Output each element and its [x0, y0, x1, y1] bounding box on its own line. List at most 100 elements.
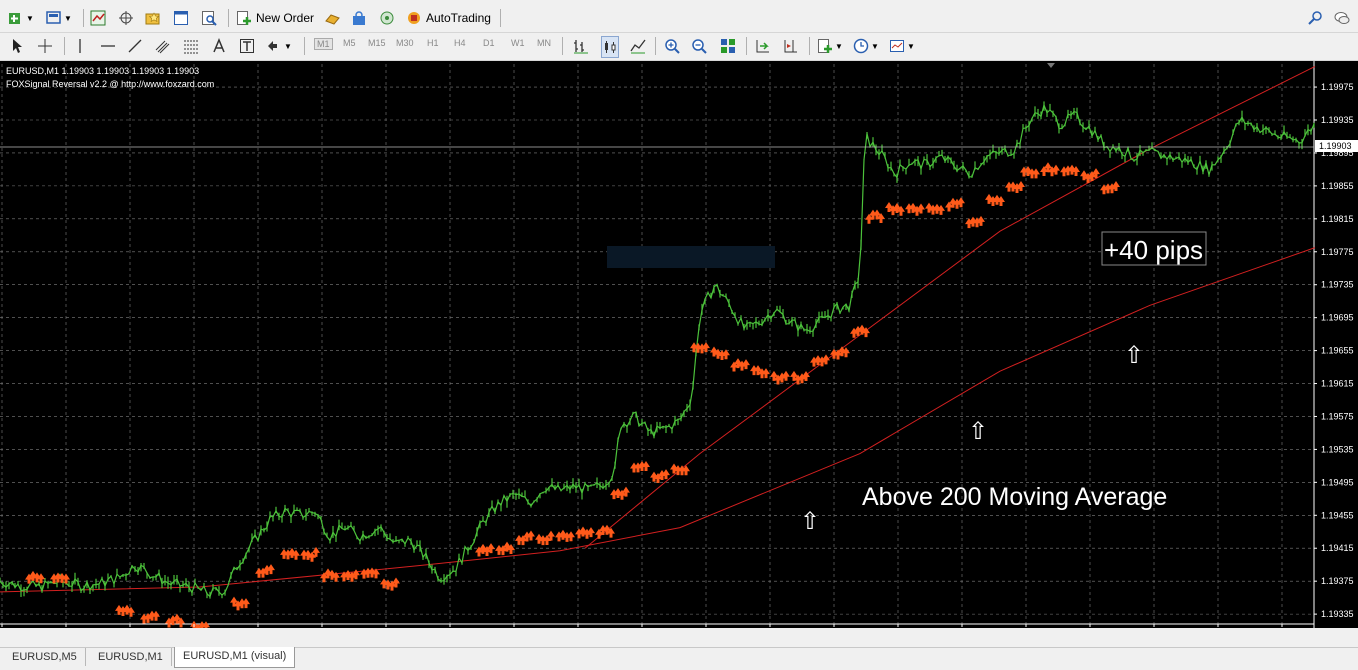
timeframe-mn[interactable]: MN — [537, 38, 551, 48]
autotrading-button[interactable]: AutoTrading — [406, 8, 491, 28]
market-button[interactable] — [351, 8, 367, 28]
profiles-button[interactable]: ▼ — [46, 8, 72, 28]
data-window-button[interactable] — [173, 8, 189, 28]
crosshair-button[interactable] — [37, 36, 53, 56]
ma-annotation: Above 200 Moving Average — [862, 483, 1167, 511]
strategy-tester-button[interactable] — [201, 8, 217, 28]
y-tick-label: 1.19975 — [1321, 82, 1354, 92]
templates-icon — [890, 40, 904, 52]
timeframe-w1[interactable]: W1 — [511, 38, 525, 48]
periods-button[interactable]: ▼ — [853, 36, 879, 56]
y-tick-label: 1.19335 — [1321, 609, 1354, 619]
crosshair-nav-icon — [119, 11, 133, 25]
tile-windows-button[interactable] — [720, 36, 736, 56]
line-chart-icon — [630, 39, 646, 54]
channel-icon — [155, 40, 170, 54]
vps-button[interactable] — [379, 8, 395, 28]
profiles-icon — [46, 11, 61, 24]
dropdown-arrow-icon: ▼ — [64, 13, 72, 23]
dropdown-arrow-icon: ▼ — [871, 41, 879, 51]
chart-shift-icon — [784, 40, 797, 53]
price-chart[interactable]: 1.199751.199351.198951.198551.198151.197… — [0, 61, 1358, 628]
search-button[interactable] — [1308, 8, 1324, 28]
search-icon — [1308, 11, 1322, 25]
current-price-text: 1.19903 — [1319, 141, 1352, 151]
bag-icon — [353, 11, 365, 25]
candlestick-button[interactable] — [601, 36, 619, 58]
autoscroll-button[interactable] — [755, 36, 771, 56]
dropdown-arrow-icon: ▼ — [26, 13, 34, 23]
trendline-button[interactable] — [127, 36, 143, 56]
bar-chart-icon — [574, 40, 588, 54]
zoom-out-button[interactable] — [691, 36, 707, 56]
fibonacci-icon — [184, 40, 198, 54]
line-chart-button[interactable] — [630, 36, 646, 56]
timeframe-m15[interactable]: M15 — [368, 38, 386, 48]
vertical-line-icon — [79, 39, 81, 53]
text-label-button[interactable] — [239, 36, 255, 56]
chart-tabs: EURUSD,M5 EURUSD,M1 EURUSD,M1 (visual) — [0, 647, 1358, 670]
y-tick-label: 1.19735 — [1321, 280, 1354, 290]
dropdown-arrow-icon: ▼ — [907, 41, 915, 51]
new-order-button[interactable]: New Order — [236, 8, 314, 28]
timeframe-h4[interactable]: H4 — [454, 38, 466, 48]
arrows-button[interactable]: ▼ — [266, 36, 292, 56]
tile-windows-icon — [721, 39, 735, 53]
market-watch-button[interactable] — [90, 8, 106, 28]
timeframe-m30[interactable]: M30 — [396, 38, 414, 48]
y-tick-label: 1.19375 — [1321, 576, 1354, 586]
bar-chart-button[interactable] — [573, 36, 589, 56]
horizontal-line-button[interactable] — [100, 36, 116, 56]
timeframe-m1[interactable]: M1 — [314, 38, 333, 50]
zoom-in-button[interactable] — [664, 36, 680, 56]
chart-indicator-line: FOXSignal Reversal v2.2 @ http://www.fox… — [6, 79, 214, 89]
navigator-button[interactable] — [118, 8, 134, 28]
zoom-out-icon — [692, 39, 707, 54]
y-tick-label: 1.19695 — [1321, 313, 1354, 323]
chat-button[interactable] — [1334, 8, 1350, 28]
signals-button[interactable] — [324, 8, 340, 28]
y-tick-label: 1.19815 — [1321, 214, 1354, 224]
templates-button[interactable]: ▼ — [889, 36, 915, 56]
indicators-icon — [818, 39, 832, 53]
candlestick-icon — [605, 41, 616, 53]
up-arrow-annotation-1: ⇧ — [800, 507, 820, 535]
horizontal-line-icon — [101, 45, 115, 47]
up-arrow-annotation-3: ⇧ — [1124, 341, 1144, 369]
text-a-icon — [213, 38, 225, 53]
text-button[interactable] — [211, 36, 227, 56]
clock-icon — [853, 38, 869, 54]
channel-button[interactable] — [155, 36, 171, 56]
y-tick-label: 1.19855 — [1321, 181, 1354, 191]
cursor-button[interactable] — [10, 36, 26, 56]
y-tick-label: 1.19935 — [1321, 115, 1354, 125]
favorites-button[interactable] — [145, 8, 161, 28]
y-tick-label: 1.19575 — [1321, 411, 1354, 421]
timeframe-h1[interactable]: H1 — [427, 38, 439, 48]
timeframe-d1[interactable]: D1 — [483, 38, 495, 48]
magnifier-doc-icon — [202, 11, 217, 26]
dropdown-arrow-icon: ▼ — [835, 41, 843, 51]
indicators-button[interactable]: ▼ — [817, 36, 843, 56]
window-icon — [174, 11, 188, 25]
trendline-icon — [128, 39, 142, 53]
y-tick-label: 1.19615 — [1321, 379, 1354, 389]
fibonacci-button[interactable] — [183, 36, 199, 56]
vertical-line-button[interactable] — [72, 36, 88, 56]
chat-icon — [1334, 12, 1350, 24]
watermark-box — [607, 246, 775, 268]
dropdown-arrow-icon: ▼ — [284, 41, 292, 51]
new-chart-button[interactable]: ▼ — [8, 8, 34, 28]
tab-eurusd-m1[interactable]: EURUSD,M1 — [90, 648, 172, 666]
tab-eurusd-m1-visual[interactable]: EURUSD,M1 (visual) — [174, 647, 296, 668]
signal-antenna-icon — [380, 11, 394, 25]
zoom-in-icon — [665, 39, 680, 54]
y-tick-label: 1.19655 — [1321, 346, 1354, 356]
chart-background — [0, 61, 1358, 628]
new-chart-icon — [9, 13, 20, 24]
new-order-label: New Order — [256, 11, 315, 25]
chart-shift-button[interactable] — [783, 36, 799, 56]
timeframe-m5[interactable]: M5 — [343, 38, 356, 48]
chart-symbol-line: EURUSD,M1 1.19903 1.19903 1.19903 1.1990… — [6, 66, 199, 76]
tab-eurusd-m5[interactable]: EURUSD,M5 — [4, 648, 86, 666]
